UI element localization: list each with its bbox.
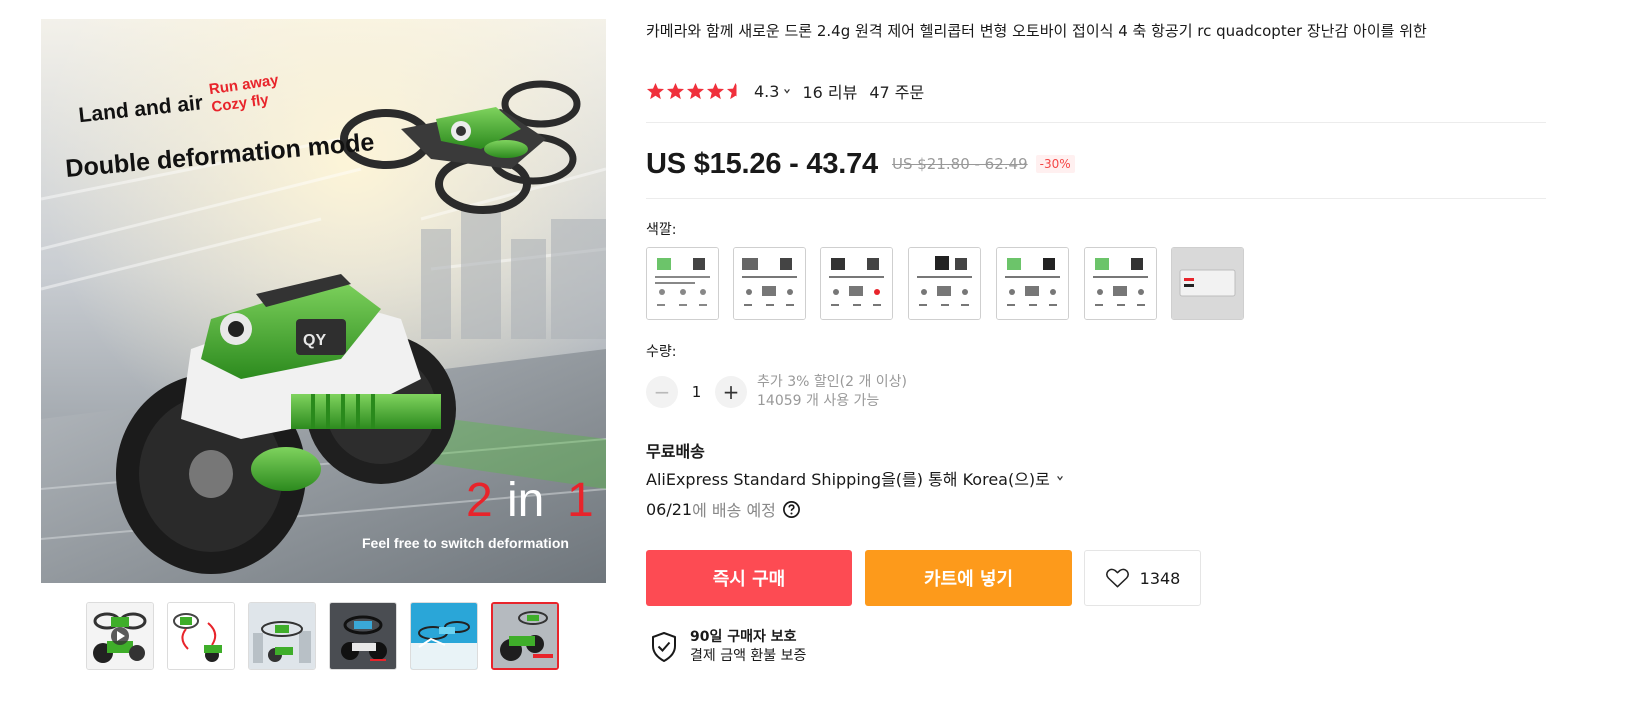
wishlist-button[interactable]: 1348 [1084,550,1201,606]
quantity-value[interactable]: 1 [678,383,715,401]
star-rating[interactable] [646,82,745,101]
current-price: US $15.26 - 43.74 [646,147,878,180]
question-icon[interactable] [782,500,801,519]
color-swatch-battery[interactable] [1171,247,1244,320]
moto-ride-thumb[interactable] [491,602,559,670]
star-full-icon [706,82,725,99]
color-swatch-4[interactable] [908,247,981,320]
shipping-method-text[interactable]: AliExpress Standard Shipping을(를) 통해 Kore… [646,466,1050,490]
stock-available: 14059 개 사용 가능 [757,393,880,409]
rating-row: 4.3 16 리뷰 47 주문 [646,79,924,103]
drone-motorcycle-illustration: QY Land and air Run away Cozy fly Double… [41,19,606,583]
star-full-icon [686,82,705,99]
delivery-date: 06/21 [646,499,693,519]
transform-diagram-thumb[interactable] [167,602,235,670]
chevron-down-icon[interactable] [1056,474,1064,482]
wishlist-count: 1348 [1139,568,1181,588]
quantity-label: 수량: [646,344,677,360]
color-swatch-2[interactable] [733,247,806,320]
brand-badge: QY [303,332,326,349]
main-product-image[interactable]: QY Land and air Run away Cozy fly Double… [41,19,606,583]
price-row: US $15.26 - 43.74 US $21.80 - 62.49 -30% [646,146,1075,182]
review-count[interactable]: 16 리뷰 [802,79,857,103]
shield-check-icon [652,632,676,662]
star-full-icon [666,82,685,99]
two-in-one-word-in: in [507,474,544,527]
blue-drone-thumb[interactable] [410,602,478,670]
shipping-method[interactable]: AliExpress Standard Shipping을(를) 통해 Kore… [646,466,1064,490]
dark-transform-thumb[interactable] [329,602,397,670]
city-drone-thumb[interactable] [248,602,316,670]
slogan-switch-deformation: Feel free to switch deformation [362,535,569,551]
order-count: 47 주문 [869,83,925,102]
buy-now-button[interactable]: 즉시 구매 [646,550,852,606]
color-swatch-6[interactable] [1084,247,1157,320]
star-full-icon [646,82,665,99]
original-price: US $21.80 - 62.49 [891,155,1028,173]
divider [646,122,1546,123]
rating-value[interactable]: 4.3 [754,82,779,101]
divider [646,198,1546,199]
chevron-down-icon[interactable] [783,87,791,95]
color-swatch-1[interactable] [646,247,719,320]
add-to-cart-button[interactable]: 카트에 넣기 [865,550,1072,606]
two-in-one-number-2: 2 [466,474,493,527]
delivery-date-suffix: 에 배송 예정 [692,501,776,520]
delivery-estimate: 06/21 에 배송 예정 [646,497,801,521]
quantity-stepper: − 1 + 추가 3% 할인(2 개 이상) 14059 개 사용 가능 [646,373,907,411]
quantity-increase-button[interactable]: + [715,376,747,408]
discount-badge: -30% [1035,155,1075,173]
buyer-protection-title: 90일 구매자 보호 [690,629,797,645]
two-in-one-number-1: 1 [567,474,594,527]
heart-icon [1105,568,1129,588]
buyer-protection-subtitle: 결제 금액 환불 보증 [690,648,807,664]
free-shipping-title: 무료배송 [646,442,705,461]
buyer-protection: 90일 구매자 보호 결제 금액 환불 보증 [650,628,806,666]
star-half-icon [726,82,745,99]
bulk-discount-note: 추가 3% 할인(2 개 이상) [757,374,908,390]
color-swatch-5[interactable] [996,247,1069,320]
color-label: 색깔: [646,222,677,238]
product-title: 카메라와 함께 새로운 드론 2.4g 원격 제어 헬리콥터 변형 오토바이 접… [646,22,1427,40]
drone-moto-video-thumb[interactable] [86,602,154,670]
color-swatch-3[interactable] [820,247,893,320]
quantity-decrease-button[interactable]: − [646,376,678,408]
